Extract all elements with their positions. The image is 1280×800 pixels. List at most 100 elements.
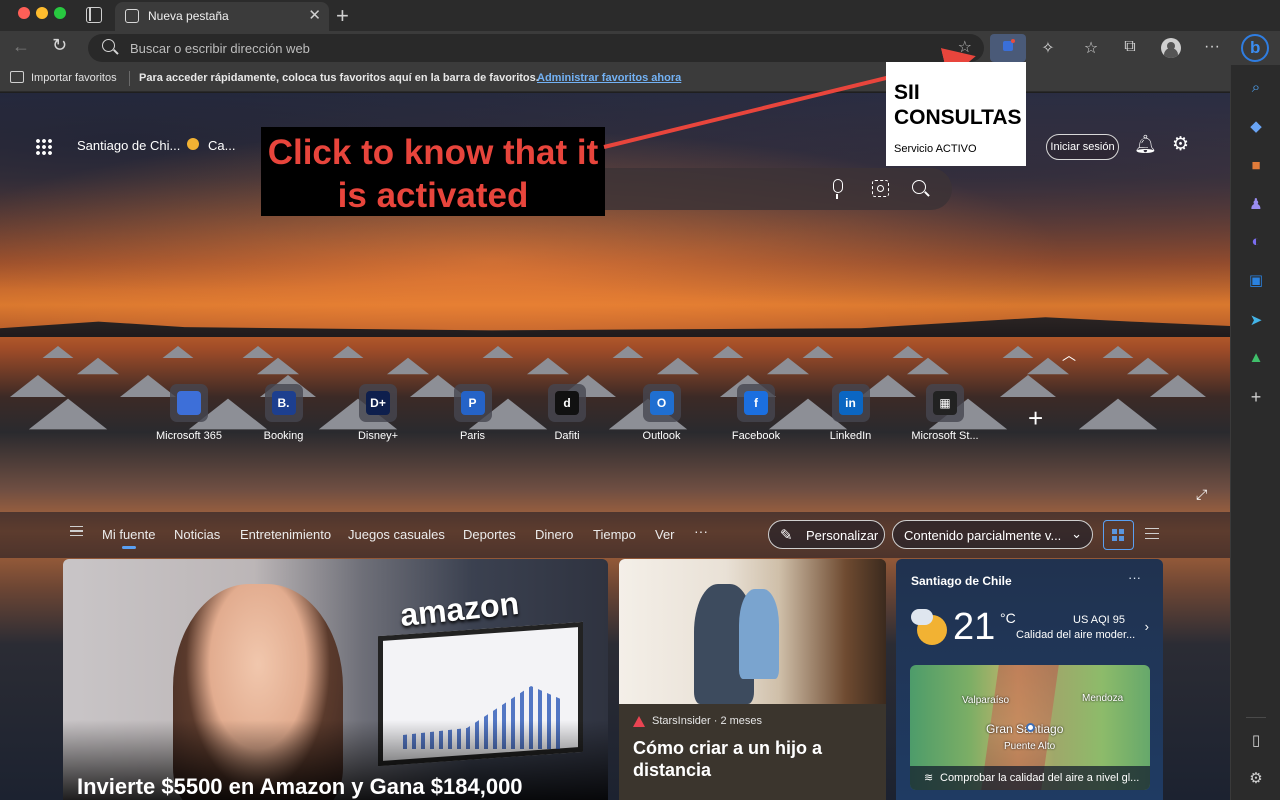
sidebar-games-icon[interactable]: ♟ (1231, 195, 1280, 213)
quick-link-tile[interactable]: d (548, 384, 586, 422)
feed-tab[interactable]: Noticias (174, 527, 220, 542)
quick-link[interactable]: d Dafiti (527, 384, 607, 442)
profile-avatar[interactable] (1161, 38, 1181, 58)
weather-unit[interactable]: °C (1000, 610, 1016, 626)
microphone-icon[interactable] (833, 179, 843, 199)
sii-extension-button[interactable] (990, 34, 1026, 62)
address-bar[interactable]: Buscar o escribir dirección web ☆ (88, 34, 984, 62)
feed-more-icon[interactable]: ··· (694, 523, 708, 539)
weather-mini-text[interactable]: Ca... (208, 138, 235, 153)
collapse-chevron-icon[interactable]: ︿ (1062, 345, 1076, 365)
weather-card[interactable]: Santiago de Chile ··· 21 °C US AQI 95 Ca… (896, 559, 1163, 800)
quick-link-tile[interactable]: O (642, 384, 681, 422)
bing-copilot-button[interactable]: b (1241, 34, 1269, 62)
sign-in-button[interactable]: Iniciar sesión (1046, 134, 1119, 160)
quick-link[interactable]: D+ Disney+ (338, 384, 418, 442)
weather-city[interactable]: Santiago de Chile (911, 574, 1012, 588)
sidebar-send-icon[interactable]: ➤ (1231, 311, 1280, 329)
quick-link-tile[interactable]: B. (264, 384, 303, 422)
favorites-star-list-icon[interactable]: ☆ (1081, 38, 1101, 58)
tab-close-icon[interactable]: ✕ (308, 6, 321, 24)
sidebar-tools-briefcase-icon[interactable]: ■ (1231, 157, 1280, 174)
chevron-right-icon[interactable]: › (1145, 619, 1149, 634)
personalize-pencil-icon: ✎ (780, 527, 793, 544)
map-footer[interactable]: ≋ Comprobar la calidad del aire a nivel … (910, 766, 1150, 790)
web-search-box[interactable] (560, 168, 952, 210)
import-favorites-button[interactable]: Importar favoritos (31, 72, 117, 84)
salt-mound (802, 345, 834, 359)
feed-tab[interactable]: Tiempo (593, 527, 636, 542)
salt-mound (482, 345, 514, 359)
sidebar-shopping-tag-icon[interactable]: ◆ (1231, 117, 1280, 135)
card-headline[interactable]: Cómo criar a un hijo a distancia (633, 737, 873, 781)
feed-tab[interactable]: Juegos casuales (348, 527, 445, 542)
content-visibility-select[interactable]: Contenido parcialmente v... ⌄ (892, 520, 1093, 549)
quick-link-tile[interactable]: in (831, 384, 870, 422)
apps-launcher-icon[interactable] (35, 138, 53, 156)
list-layout-icon[interactable] (1145, 528, 1159, 539)
annotation-text: Click to know that it is activated (267, 133, 599, 215)
page-settings-gear-icon[interactable]: ⚙ (1172, 133, 1189, 156)
quick-link-tile[interactable]: P (453, 384, 492, 422)
microsoft-365-icon (177, 391, 201, 415)
sidebar-add-icon[interactable]: + (1231, 387, 1280, 408)
quick-link[interactable]: P Paris (433, 384, 513, 442)
maximize-window-button[interactable] (54, 7, 66, 19)
quick-link-tile[interactable] (170, 384, 208, 422)
quick-link[interactable]: ▦ Microsoft St... (905, 384, 985, 442)
sidebar-tree-icon[interactable]: ▲ (1231, 349, 1280, 366)
quick-link-tile[interactable]: ▦ (926, 384, 964, 422)
sidebar-search-icon[interactable]: ⌕ (1231, 79, 1280, 96)
expand-background-icon[interactable]: ⤢ (1196, 486, 1207, 503)
feed-tab[interactable]: Dinero (535, 527, 573, 542)
tab-new-tab[interactable]: Nueva pestaña ✕ (115, 2, 329, 31)
personalize-button[interactable]: ✎ Personalizar (768, 520, 885, 549)
minimize-window-button[interactable] (36, 7, 48, 19)
sky-clouds (0, 93, 1230, 333)
quick-link-tile[interactable]: f (737, 384, 775, 422)
close-window-button[interactable] (18, 7, 30, 19)
back-arrow-icon[interactable]: ← (12, 36, 30, 57)
salt-mound (162, 345, 194, 359)
feed-tab[interactable]: Ver (655, 527, 675, 542)
tab-actions-icon[interactable] (86, 7, 102, 23)
feed-card-parenting[interactable]: StarsInsider · 2 meses Cómo criar a un h… (619, 559, 886, 800)
visual-search-icon[interactable] (872, 180, 889, 197)
import-favorites-icon (10, 71, 24, 83)
quick-link[interactable]: O Outlook (622, 384, 702, 442)
quick-link-tile[interactable]: D+ (359, 384, 397, 422)
weather-map[interactable]: Valparaíso Mendoza Gran Santiago Puente … (910, 665, 1150, 790)
sidebar-hide-panel-icon[interactable]: ▯ (1231, 731, 1280, 749)
search-submit-icon[interactable] (912, 180, 926, 194)
collections-icon[interactable]: ⧉ (1120, 38, 1140, 56)
feed-tab[interactable]: Entretenimiento (240, 527, 331, 542)
new-tab-button[interactable]: + (336, 3, 349, 29)
quick-link[interactable]: in LinkedIn (811, 384, 891, 442)
location-label[interactable]: Santiago de Chi... (77, 138, 180, 153)
feed-tab[interactable]: Mi fuente (102, 527, 155, 549)
more-options-icon[interactable]: ··· (1202, 38, 1222, 56)
salt-mound (657, 357, 699, 375)
feed-tab[interactable]: Deportes (463, 527, 516, 542)
sidebar-microsoft-365-icon[interactable]: ◐ (1231, 233, 1280, 250)
quick-link[interactable]: Microsoft 365 (149, 384, 229, 442)
weather-more-icon[interactable]: ··· (1128, 570, 1141, 585)
feed-card-amazon[interactable]: amazon Invierte $5500 en Amazon y Gana $… (63, 559, 608, 800)
paris-icon: P (460, 391, 485, 415)
quick-link[interactable]: B. Booking (244, 384, 324, 442)
extensions-puzzle-icon[interactable]: ✧ (1038, 38, 1058, 58)
quick-links: Microsoft 365 B. Booking D+ Disney+ P Paris d Da… (150, 384, 1150, 444)
quick-link[interactable]: f Facebook (716, 384, 796, 442)
notifications-bell-icon[interactable]: 🔔︎ (1134, 134, 1157, 155)
add-quick-link-icon[interactable]: + (1028, 403, 1043, 434)
feed-menu-icon[interactable] (70, 526, 83, 536)
refresh-icon[interactable]: ↻ (52, 35, 67, 56)
add-favorite-star-icon[interactable]: ☆ (958, 37, 972, 57)
sidebar-settings-icon[interactable]: ⚙ (1231, 769, 1280, 787)
salt-mound (612, 345, 644, 359)
grid-layout-icon[interactable] (1103, 520, 1134, 550)
manage-favorites-link[interactable]: Administrar favoritos ahora (537, 72, 681, 84)
card-headline[interactable]: Invierte $5500 en Amazon y Gana $184,000 (77, 774, 523, 800)
sidebar-outlook-icon[interactable]: ▣ (1231, 271, 1280, 289)
address-input[interactable]: Buscar o escribir dirección web (130, 41, 310, 56)
